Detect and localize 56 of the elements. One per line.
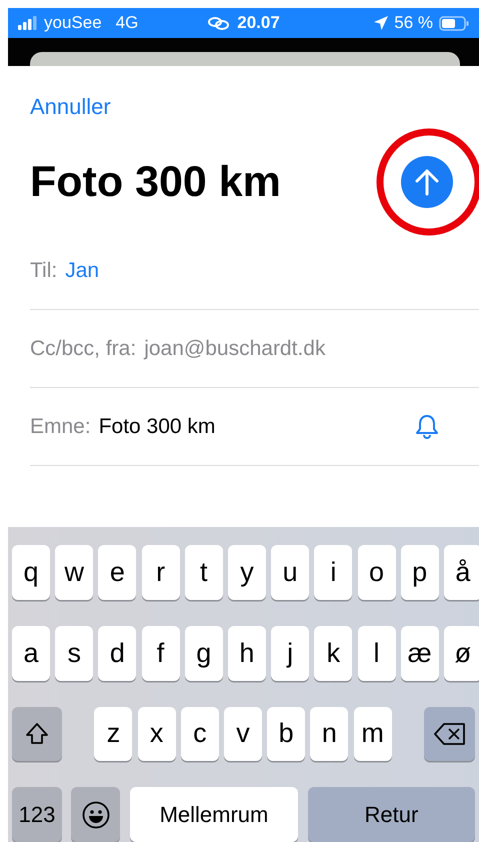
link-icon (207, 16, 232, 30)
return-key[interactable]: Retur (308, 787, 475, 842)
carrier-name: youSee (44, 13, 102, 33)
letter-key[interactable]: v (224, 706, 262, 762)
battery-icon (439, 16, 470, 30)
cancel-link[interactable]: Annuller (30, 94, 111, 120)
letter-key[interactable]: w (55, 545, 94, 600)
letter-key[interactable]: k (314, 626, 352, 680)
letter-key[interactable]: t (184, 545, 223, 600)
letter-key[interactable]: i (314, 545, 352, 600)
letter-key[interactable]: s (55, 626, 94, 680)
letter-key[interactable]: å (444, 545, 479, 600)
field-label: Emne: (30, 414, 91, 438)
field-value[interactable]: Foto 300 km (98, 414, 216, 438)
letter-key[interactable]: b (267, 706, 306, 762)
numbers-key[interactable]: 123 (12, 787, 62, 842)
emoji-icon (82, 800, 110, 829)
delete-key[interactable] (424, 706, 475, 762)
letter-key[interactable]: h (228, 626, 266, 680)
letter-key[interactable]: f (142, 626, 180, 680)
space-key[interactable]: Mellemrum (130, 787, 298, 842)
send-button[interactable] (401, 156, 453, 208)
shift-key[interactable] (12, 706, 62, 762)
letter-key[interactable]: x (138, 706, 176, 762)
letter-key[interactable]: æ (400, 626, 439, 680)
letter-key[interactable]: l (358, 626, 396, 680)
signal-icon (18, 16, 38, 30)
letter-key[interactable]: j (271, 626, 310, 680)
letter-key[interactable]: q (12, 545, 50, 600)
letter-key[interactable]: n (310, 706, 348, 762)
network-type: 4G (116, 13, 138, 33)
delete-icon (434, 722, 466, 745)
letter-key[interactable]: a (12, 626, 50, 680)
letter-key[interactable]: p (400, 545, 439, 600)
field-label: Cc/bcc, fra: (30, 336, 136, 360)
field-value[interactable]: Jan (65, 258, 100, 282)
letter-key[interactable]: u (271, 545, 310, 600)
letter-key[interactable]: c (180, 706, 219, 762)
shift-icon (25, 722, 49, 746)
letter-key[interactable]: z (94, 706, 132, 762)
arrow-up-icon (415, 168, 439, 196)
battery-percentage: 56 % (394, 13, 434, 33)
letter-key[interactable]: g (184, 626, 223, 680)
letter-key[interactable]: e (98, 545, 136, 600)
letter-key[interactable]: d (98, 626, 136, 680)
letter-key[interactable]: ø (444, 626, 479, 680)
field-label: Til: (30, 258, 58, 282)
letter-key[interactable]: r (142, 545, 180, 600)
emoji-key[interactable] (71, 787, 120, 842)
clock: 20.07 (237, 13, 280, 33)
message-title: Foto 300 km (30, 158, 282, 206)
bell-icon[interactable] (413, 412, 441, 440)
letter-key[interactable]: o (358, 545, 396, 600)
letter-key[interactable]: m (354, 706, 392, 762)
location-arrow-icon (374, 16, 388, 30)
letter-key[interactable]: y (228, 545, 266, 600)
